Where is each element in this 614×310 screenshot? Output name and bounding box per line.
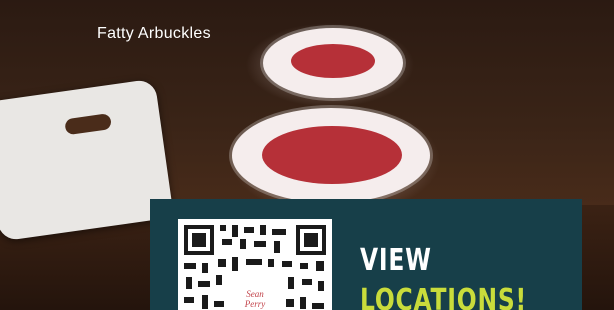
qr-center-logo: Sean Perry Tours <box>235 285 275 310</box>
cocktail-glass-back <box>263 28 403 98</box>
page: Fatty Arbuckles Sean Perry VIEW LOCATION… <box>0 0 614 310</box>
venue-title: Fatty Arbuckles <box>97 25 211 42</box>
cocktail-glass-front <box>232 108 430 203</box>
promo-panel[interactable]: Sean Perry Tours VIEW LOCATIONS! <box>150 199 582 310</box>
cta-locations[interactable]: LOCATIONS! <box>360 283 527 310</box>
cutting-board <box>0 78 174 242</box>
cta-view[interactable]: VIEW <box>360 243 432 278</box>
qr-code[interactable]: Sean Perry Tours <box>178 219 332 310</box>
